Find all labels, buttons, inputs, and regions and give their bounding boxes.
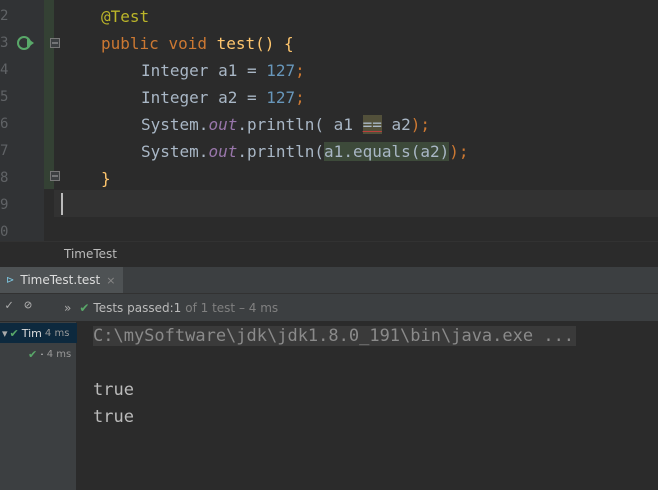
method-tail: () { [255,34,294,53]
status-count: 1 [173,300,182,315]
tree-time: 4 ms [44,327,70,339]
test-status: » ✔ Tests passed: 1 of 1 test – 4 ms [64,294,278,321]
method-call: .println( [237,115,325,134]
field-ref: out [208,115,238,134]
close-semi: ); [449,142,469,161]
keyword: public [101,34,159,53]
tree-label: · [40,347,44,361]
line-number: 6 [0,116,9,132]
line-number: 2 [0,8,9,24]
class-ref: System. [141,115,209,134]
tab-label: TimeTest.test [20,273,101,287]
code-line: System.out.println(a1.equals(a2)); [141,138,469,165]
class-ref: System. [141,142,209,161]
tree-row-class[interactable]: ▾ ✔ Tim 4 ms [0,323,78,343]
code-line: System.out.println( a1 == a2); [141,111,430,138]
status-suffix: of 1 test – 4 ms [185,300,279,315]
assign-op: = [237,88,267,107]
line-number: 8 [0,170,9,186]
method-name: test [216,34,256,53]
code-line: Integer a1 = 127; [141,57,305,84]
show-ignored-icon[interactable]: ⊘ [19,297,37,315]
tree-label: Tim [21,326,42,340]
text-caret [61,193,63,215]
console-output[interactable]: C:\mySoftware\jdk\jdk1.8.0_191\bin\java.… [77,322,658,490]
number-literal: 127 [266,61,296,80]
line-number: 5 [0,89,9,105]
tree-time: 4 ms [46,348,72,360]
warning-highlight[interactable]: == [362,115,382,134]
run-tabbar: ⊳ TimeTest.test × [0,267,658,294]
arg: a1 [324,115,363,134]
semicolon: ; [295,61,305,80]
run-toolbar: ✓ ⊘ » ✔ Tests passed: 1 of 1 test – 4 ms [0,294,658,322]
code-line: public void test() { [101,30,294,57]
console-command: C:\mySoftware\jdk\jdk1.8.0_191\bin\java.… [93,323,577,349]
breadcrumb-item[interactable]: TimeTest [64,247,117,261]
variable: a1 [218,61,238,80]
run-config-icon: ⊳ [6,274,15,286]
change-marker [44,0,54,189]
code-line: Integer a2 = 127; [141,84,305,111]
code-line: } [101,165,111,192]
command-line: C:\mySoftware\jdk\jdk1.8.0_191\bin\java.… [93,326,577,346]
show-passed-icon[interactable]: ✓ [0,297,18,315]
type-name: Integer [141,88,209,107]
editor-gutter: 2 3 4 5 6 7 8 9 0 [0,0,44,241]
equals-call: a1.equals(a2) [324,142,450,161]
line-number: 9 [0,197,9,213]
keyword: void [168,34,207,53]
number-literal: 127 [266,88,296,107]
expand-chevron-icon[interactable]: » [64,301,71,315]
close-icon[interactable]: × [106,274,115,287]
line-number: 3 [0,35,9,51]
assign-op: = [237,61,267,80]
status-prefix: Tests passed: [93,300,174,315]
semicolon: ; [295,88,305,107]
code-editor[interactable]: 2 3 4 5 6 7 8 9 0 @Test public void test… [0,0,658,241]
test-tree: ▾ ✔ Tim 4 ms ✔ · 4 ms [0,322,78,490]
line-number: 4 [0,62,9,78]
tab-timetest-test[interactable]: ⊳ TimeTest.test × [0,267,124,293]
console-line: true [93,407,134,427]
fold-icon[interactable] [50,38,60,48]
console-line: true [93,380,134,400]
close-brace: } [101,169,111,188]
arg: a2 [381,115,411,134]
line-number: 7 [0,143,9,159]
code-line: @Test [101,3,149,30]
annotation: @Test [101,7,150,26]
collapse-icon[interactable]: ▾ [2,327,8,340]
check-icon: ✔ [79,300,90,315]
current-line-highlight [54,190,658,217]
method-call: .println( [237,142,325,161]
type-name: Integer [141,61,209,80]
run-test-icon[interactable] [17,35,35,51]
passed-icon: ✔ [9,326,19,340]
variable: a2 [218,88,238,107]
passed-icon: ✔ [28,347,38,361]
field-ref: out [208,142,238,161]
line-number: 0 [0,224,9,240]
breadcrumb: TimeTest [0,241,658,267]
fold-end-icon[interactable] [50,171,60,181]
close-semi: ); [410,115,431,134]
